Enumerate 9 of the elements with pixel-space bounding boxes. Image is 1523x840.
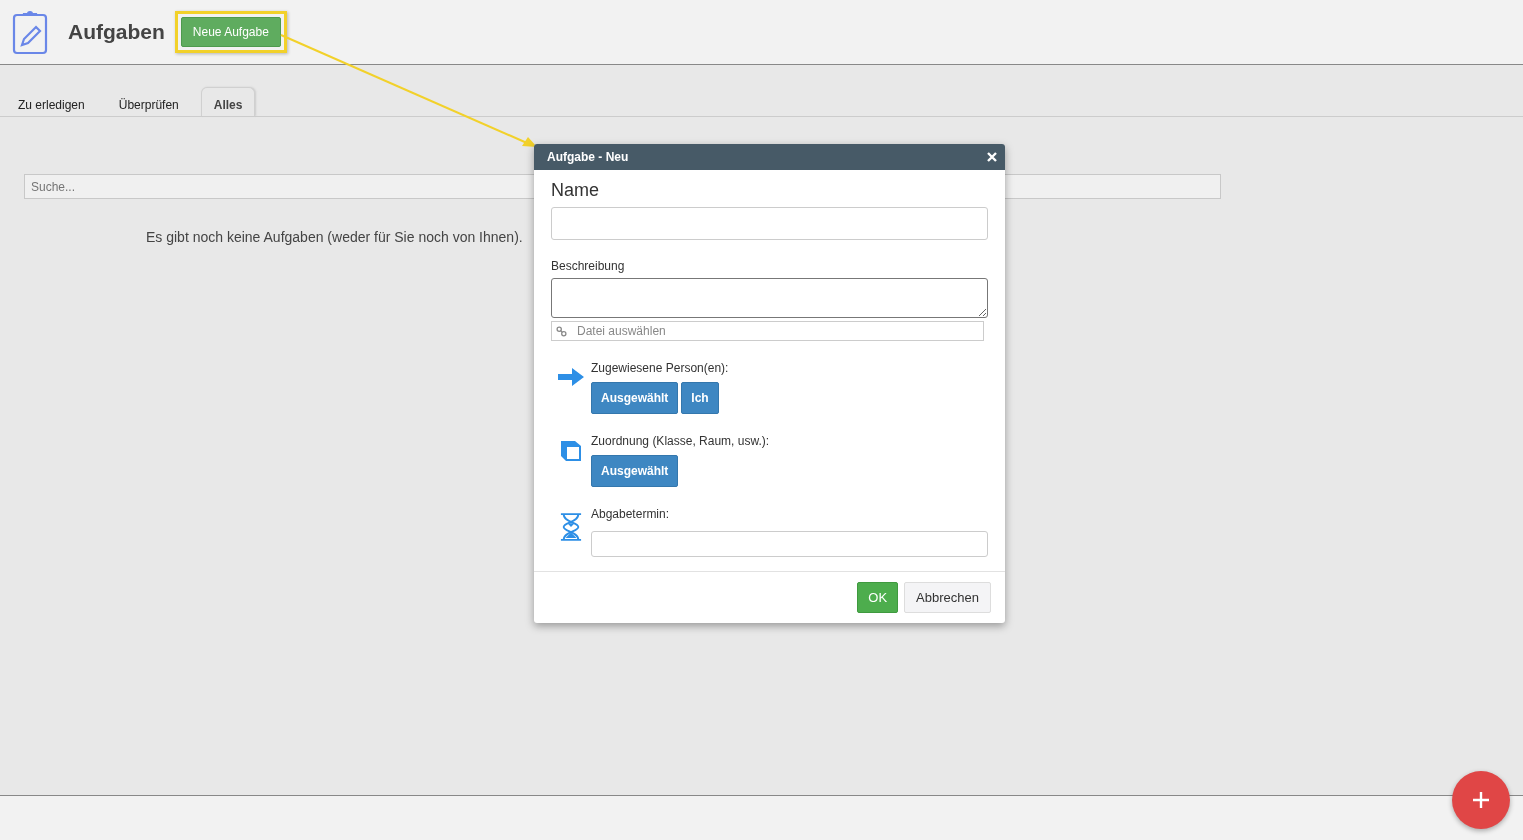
page-title: Aufgaben bbox=[68, 20, 165, 44]
section-label: Zugewiesene Person(en): bbox=[591, 361, 730, 375]
section-label: Zuordnung (Klasse, Raum, usw.): bbox=[591, 434, 771, 448]
file-placeholder: Datei auswählen bbox=[577, 324, 666, 338]
section-label: Abgabetermin: bbox=[591, 507, 671, 521]
empty-message: Es gibt noch keine Aufgaben (weder für Sie noch von Ihnen). bbox=[146, 229, 524, 245]
dialog-title: Aufgabe - Neu bbox=[547, 150, 629, 164]
field-label: Beschreibung bbox=[551, 259, 626, 273]
field-label: Name bbox=[551, 180, 600, 201]
